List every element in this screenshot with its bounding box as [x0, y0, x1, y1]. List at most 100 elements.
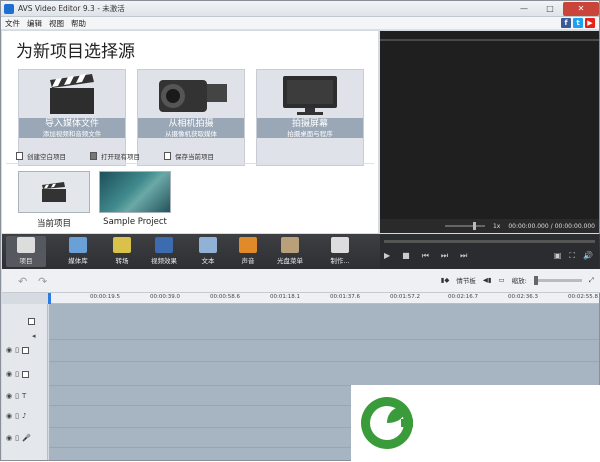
fit-zoom-icon[interactable]: ⤢ — [589, 276, 594, 285]
voice-track-controls[interactable]: ◉ ▯ 🎤 — [6, 434, 31, 442]
zoom-label: 缩放: — [511, 277, 527, 285]
tab-project[interactable]: 项目 — [6, 236, 46, 267]
folder-icon — [90, 152, 97, 160]
video-track-controls[interactable]: ◉ ▯ — [6, 346, 29, 354]
disc-menu-icon — [281, 237, 299, 253]
current-time: 00:00:00.000 — [508, 222, 549, 230]
lock-icon[interactable]: ▯ — [15, 434, 19, 442]
youtube-icon[interactable]: ▶ — [585, 18, 595, 28]
lock-icon[interactable]: ▯ — [15, 346, 19, 354]
tab-video-effects[interactable]: 视频效果 — [144, 236, 184, 265]
star-effect-icon — [155, 237, 173, 253]
ruler-tick-label: 00:00:19.5 — [90, 294, 120, 300]
menu-edit[interactable]: 编辑 — [27, 18, 42, 29]
play-button[interactable]: ▶ — [384, 251, 390, 261]
total-time: 00:00:00.000 — [554, 222, 595, 230]
visibility-icon[interactable]: ◉ — [6, 370, 12, 378]
text-track-icon: T — [21, 392, 27, 400]
audio-link-icon: ◂ — [32, 332, 36, 340]
ruler-tick-label: 00:01:37.6 — [330, 294, 360, 300]
card-subtitle: 添加视频和音频文件 — [42, 130, 102, 138]
effect-track[interactable] — [49, 340, 599, 362]
storyboard-icon[interactable]: ▮◆ — [441, 276, 450, 284]
previous-frame-button[interactable]: ⏮ — [422, 251, 429, 261]
speed-value: 1x — [492, 222, 501, 230]
tab-text[interactable]: 文本 — [188, 236, 228, 265]
twitter-icon[interactable]: t — [573, 18, 583, 28]
ruler-tick-label: 00:01:18.1 — [270, 294, 300, 300]
end-button[interactable]: ⏭ — [460, 251, 467, 261]
track-headers: ◂ ◉ ▯ ◉ ▯ ◉ ▯ T ◉ ▯ ♪ ◉ ▯ 🎤 — [2, 304, 48, 460]
monitor-icon — [257, 70, 363, 118]
lock-icon[interactable]: ▯ — [15, 370, 19, 378]
overlay-track-controls[interactable]: ◉ ▯ — [6, 370, 29, 378]
film-library-icon — [69, 237, 87, 253]
lock-icon[interactable]: ▯ — [15, 392, 19, 400]
facebook-icon[interactable]: f — [561, 18, 571, 28]
watermark-logo — [351, 385, 600, 462]
visibility-icon[interactable]: ◉ — [6, 346, 12, 354]
new-file-icon — [16, 152, 23, 160]
volume-icon[interactable]: 🔊 — [583, 251, 593, 261]
open-project-link[interactable]: 打开现有项目 — [90, 151, 140, 161]
music-track-controls[interactable]: ◉ ▯ ♪ — [6, 412, 26, 420]
speed-slider[interactable] — [444, 222, 485, 230]
tab-produce[interactable]: 制作... — [320, 236, 360, 265]
visibility-icon[interactable]: ◉ — [6, 434, 12, 442]
microphone-icon — [239, 237, 257, 253]
maximize-button[interactable]: □ — [537, 2, 563, 16]
menu-view[interactable]: 视图 — [49, 18, 64, 29]
snapshot-icon[interactable]: ▣ — [554, 251, 562, 261]
playhead[interactable] — [48, 293, 51, 304]
audio-mix-icon[interactable]: ◀▮ — [483, 276, 492, 284]
ruler-tick-label: 00:00:58.6 — [210, 294, 240, 300]
redo-icon[interactable]: ↷ — [38, 275, 47, 288]
aspect-ratio-icon[interactable]: ▭ — [498, 276, 504, 284]
card-subtitle: 拍摄桌面与程序 — [287, 130, 333, 138]
tab-disc-menu[interactable]: 光盘菜单 — [270, 236, 310, 265]
fullscreen-icon[interactable]: ⛶ — [569, 251, 575, 261]
tab-transitions[interactable]: 转场 — [102, 236, 142, 265]
seek-bar[interactable] — [384, 240, 595, 243]
save-icon — [164, 152, 171, 160]
menu-help[interactable]: 帮助 — [71, 18, 86, 29]
undo-icon[interactable]: ↶ — [18, 275, 27, 288]
lock-icon[interactable]: ▯ — [15, 412, 19, 420]
create-empty-project-link[interactable]: 创建空白项目 — [16, 151, 66, 161]
visibility-icon[interactable]: ◉ — [6, 392, 12, 400]
storyboard-button[interactable]: 情节板 — [456, 275, 476, 285]
page-title: 为新项目选择源 — [16, 42, 135, 62]
video-track[interactable] — [49, 304, 599, 340]
produce-icon — [331, 237, 349, 253]
tab-media-library[interactable]: 媒体库 — [58, 236, 98, 265]
project-label: 当前项目 — [36, 219, 71, 229]
text-track-controls[interactable]: ◉ ▯ T — [6, 392, 26, 400]
minimize-button[interactable]: — — [511, 2, 537, 16]
close-button[interactable]: ✕ — [563, 1, 599, 16]
menu-file[interactable]: 文件 — [5, 18, 20, 29]
screen-capture-card[interactable]: 拍摄屏幕 拍摄桌面与程序 — [256, 69, 364, 166]
divider — [6, 163, 374, 164]
next-frame-button[interactable]: ⏭ — [441, 251, 448, 261]
clapperboard-icon — [18, 171, 90, 213]
text-icon — [199, 237, 217, 253]
tab-audio[interactable]: 声音 — [228, 236, 268, 265]
visibility-icon[interactable]: ◉ — [6, 412, 12, 420]
sample-project-tile[interactable]: Sample Project — [99, 171, 171, 227]
time-ruler[interactable]: 00:00:19.5 00:00:39.0 00:00:58.6 00:01:1… — [48, 293, 599, 304]
window-title: AVS Video Editor 9.3 - 未激活 — [18, 4, 125, 13]
ruler-tick-label: 00:02:55.8 — [568, 294, 598, 300]
overlay-track[interactable] — [49, 362, 599, 386]
zoom-slider[interactable] — [533, 275, 582, 285]
ruler-tick-label: 00:01:57.2 — [390, 294, 420, 300]
app-logo-icon — [4, 3, 14, 14]
preview-status-bar: 1x 00:00:00.000 / 00:00:00.000 — [380, 219, 599, 233]
current-project-tile[interactable]: 当前项目 — [18, 171, 90, 229]
save-project-link[interactable]: 保存当前项目 — [164, 151, 214, 161]
music-note-icon: ♪ — [21, 412, 27, 420]
title-bar: AVS Video Editor 9.3 - 未激活 — □ ✕ — [1, 1, 599, 17]
time-separator: / — [550, 222, 553, 230]
stop-button[interactable]: ■ — [402, 251, 410, 261]
overlay-track-icon — [21, 370, 29, 378]
app-window: AVS Video Editor 9.3 - 未激活 — □ ✕ 文件 编辑 视… — [0, 0, 600, 462]
